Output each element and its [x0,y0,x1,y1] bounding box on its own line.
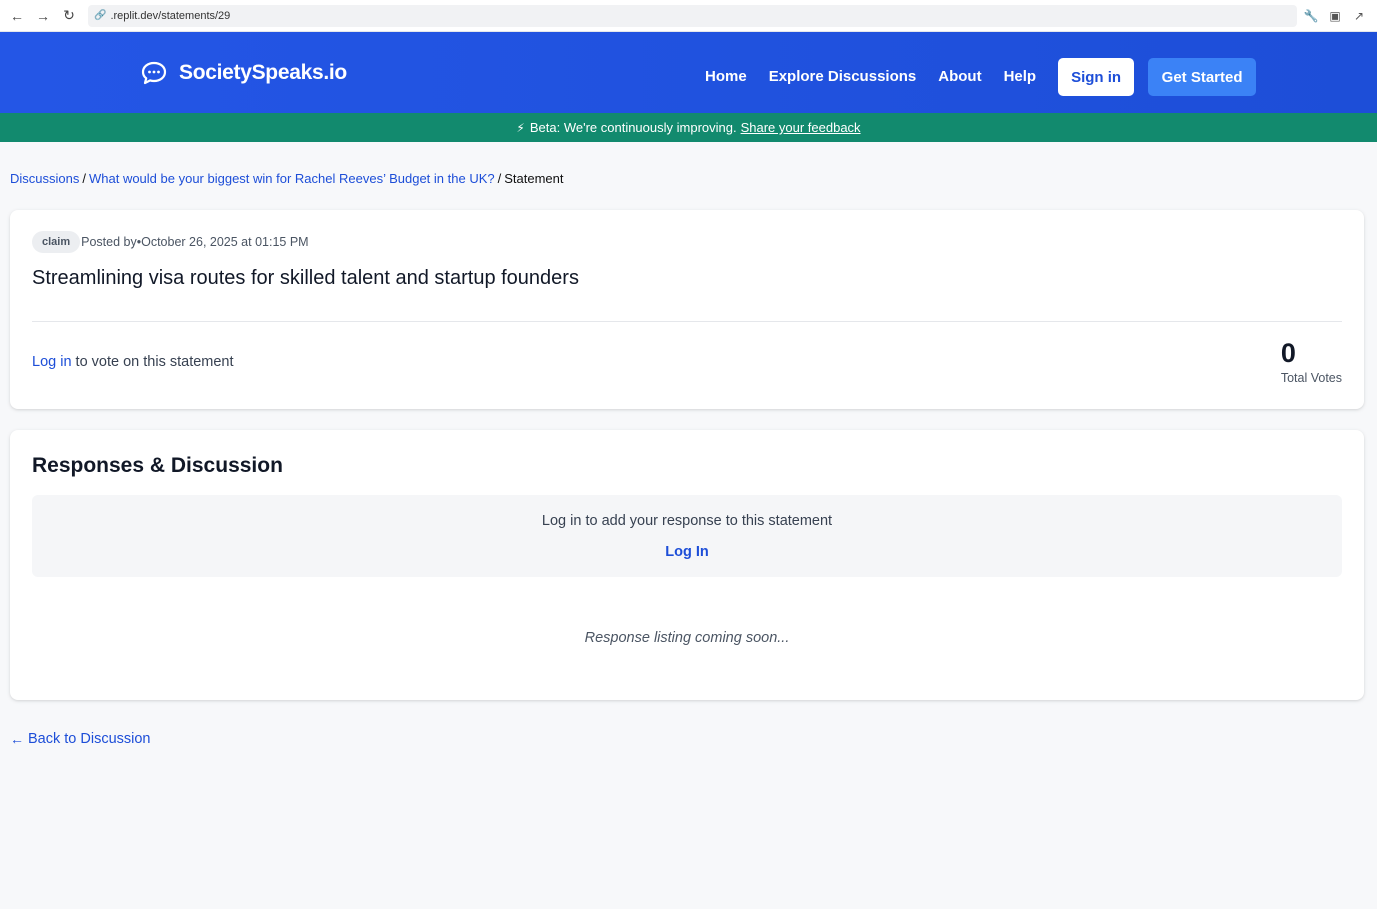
get-started-button[interactable]: Get Started [1148,58,1257,96]
divider [32,321,1342,322]
reload-icon[interactable]: ↻ [58,5,80,27]
address-bar[interactable]: 🔗 .replit.dev/statements/29 [88,4,1297,27]
devices-icon[interactable]: ▣ [1327,8,1343,24]
nav-home[interactable]: Home [705,59,747,95]
browser-toolbar: ← → ↻ 🔗 .replit.dev/statements/29 🔧 ▣ ↗ [0,0,1377,32]
brand-name: SocietySpeaks.io [179,61,347,84]
response-login-link[interactable]: Log In [665,544,709,560]
main-nav: Home Explore Discussions About Help Sign… [705,58,1257,96]
brand-logo[interactable]: SocietySpeaks.io [141,61,347,85]
vote-prompt-text: to vote on this statement [71,354,234,370]
link-icon: 🔗 [94,10,107,21]
url-text: .replit.dev/statements/29 [110,9,231,22]
back-arrow-icon[interactable]: ← [6,5,28,27]
back-to-discussion-link[interactable]: ← Back to Discussion [10,731,151,747]
responses-title: Responses & Discussion [32,454,283,477]
nav-explore-discussions[interactable]: Explore Discussions [769,59,917,95]
wrench-icon[interactable]: 🔧 [1303,8,1319,24]
statement-meta: claim Posted by•October 26, 2025 at 01:1… [32,231,309,253]
responses-placeholder: Response listing coming soon... [584,630,790,646]
breadcrumb-current: Statement [504,171,564,186]
breadcrumb-discussions[interactable]: Discussions [10,171,79,186]
nav-about[interactable]: About [938,59,981,95]
external-link-icon[interactable]: ↗ [1351,8,1367,24]
total-votes-label: Total Votes [1280,371,1342,385]
beta-banner: ⚡︎ Beta: We're continuously improving. S… [0,113,1377,142]
nav-help[interactable]: Help [1004,59,1037,95]
total-votes: 0 Total Votes [1281,338,1342,385]
feedback-link[interactable]: Share your feedback [741,120,861,135]
breadcrumb: Discussions / What would be your biggest w… [10,171,564,186]
sign-in-button[interactable]: Sign in [1058,58,1135,96]
statement-type-badge: claim [32,231,81,253]
posted-by-text: Posted by•October 26, 2025 at 01:15 PM [81,235,309,249]
response-login-box: Log in to add your response to this stat… [32,495,1342,577]
breadcrumb-separator: / [497,171,502,186]
back-to-discussion-label: Back to Discussion [28,731,151,747]
site-header: SocietySpeaks.io Home Explore Discussion… [0,32,1377,113]
vote-prompt: Log in to vote on this statement [32,354,234,370]
statement-text: Streamlining visa routes for skilled tal… [32,267,579,289]
statement-card: claim Posted by•October 26, 2025 at 01:1… [10,210,1364,409]
breadcrumb-discussion-title[interactable]: What would be your biggest win for Rache… [89,171,495,186]
arrow-left-icon: ← [10,731,24,747]
breadcrumb-separator: / [82,171,86,186]
vote-login-link[interactable]: Log in [32,354,72,370]
responses-card: Responses & Discussion Log in to add you… [10,430,1364,700]
lightning-bolt-icon: ⚡︎ [516,120,525,135]
forward-arrow-icon[interactable]: → [32,5,54,27]
chat-bubble-icon [141,61,167,85]
beta-text: Beta: We're continuously improving. [529,120,737,135]
total-votes-count: 0 [1280,338,1296,368]
response-login-prompt: Log in to add your response to this stat… [541,513,833,529]
